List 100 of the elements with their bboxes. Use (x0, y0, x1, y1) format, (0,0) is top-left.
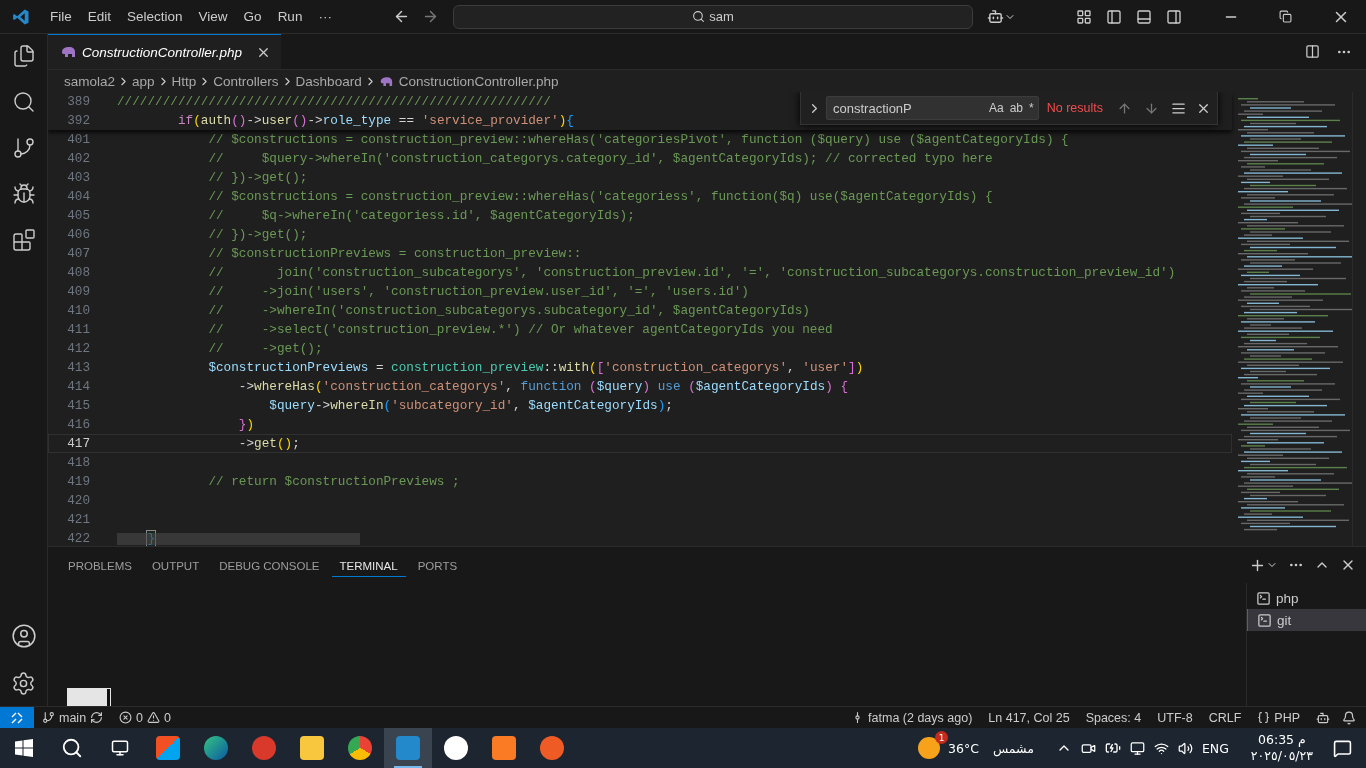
remote-button[interactable] (0, 707, 34, 728)
lines-icon[interactable] (1171, 100, 1186, 116)
code-line: }) (238, 417, 255, 432)
code-line: $query->whereIn('subcategory_id', $agentCategoryIds); (269, 398, 673, 413)
breadcrumb-item[interactable]: samola2 (64, 73, 116, 89)
search-icon[interactable] (61, 737, 83, 759)
line-ending-status[interactable]: CRLF (1200, 710, 1250, 725)
input-language[interactable]: ENG (1201, 740, 1229, 756)
clock-date[interactable]: ٢٠٢٥/٠٥/٢٣ (1250, 748, 1313, 764)
line-number: 403 (66, 170, 91, 185)
code-line: // ->whereIn('construction_subcategorys.subcategory_id', $agentCategoryIds) (208, 303, 810, 318)
code-line: // $constructions = construction_preview::whereHas('categoriesPivot', function ($query) use ($agentCategoryIds) { (208, 132, 1069, 147)
indentation-status[interactable]: Spaces: 4 (1077, 710, 1150, 725)
account-icon[interactable] (10, 623, 37, 649)
source-control-icon[interactable] (11, 136, 36, 160)
extensions-icon[interactable] (11, 228, 36, 252)
breadcrumb-item[interactable]: Dashboard (295, 73, 362, 89)
restore-icon[interactable] (1279, 10, 1292, 23)
line-number: 389 (66, 94, 91, 109)
code-line: // ->select('construction_preview.*') // Or whatever agentCategoryIds you need (208, 322, 833, 337)
terminal-name: git (1277, 612, 1292, 628)
warning-count[interactable]: 0 (164, 710, 171, 725)
robot-icon[interactable] (1316, 710, 1330, 725)
breadcrumb-item[interactable]: app (132, 73, 155, 89)
breadcrumb-item[interactable]: Http (171, 73, 197, 89)
line-number: 402 (66, 151, 91, 166)
panel-toggle-icon[interactable] (1136, 8, 1152, 25)
files-icon[interactable] (11, 44, 36, 68)
terminal-item[interactable]: php (1247, 587, 1366, 609)
breadcrumb-item[interactable]: ConstructionController.php (398, 73, 559, 89)
find-option[interactable]: * (1029, 101, 1034, 115)
layout-icon[interactable] (1076, 8, 1092, 25)
menu-item[interactable]: View (190, 9, 236, 24)
breadcrumb-item[interactable]: Controllers (213, 73, 279, 89)
robot-icon[interactable] (986, 8, 1016, 25)
settings-icon[interactable] (11, 671, 36, 696)
panel-tab[interactable]: PROBLEMS (60, 553, 140, 577)
panel-tab[interactable]: OUTPUT (143, 553, 208, 577)
code-line: ///////////////////////////////////////////////////////// (117, 94, 551, 109)
find-option[interactable]: Aa (989, 101, 1004, 115)
braces-icon[interactable] (1257, 711, 1271, 724)
code-line: // })->get(); (208, 170, 308, 185)
temperature[interactable]: 36°C (948, 740, 979, 756)
find-option[interactable]: ab (1009, 101, 1024, 115)
line-number: 401 (66, 132, 91, 147)
panel-tab[interactable]: DEBUG CONSOLE (211, 553, 328, 577)
line-number: 419 (66, 474, 91, 489)
code-line: // ->join('users', 'construction_preview.user_id', '=', 'users.id') (208, 284, 749, 299)
line-number: 414 (66, 379, 91, 394)
wifi-icon[interactable] (1153, 740, 1169, 756)
debug-icon[interactable] (11, 182, 36, 206)
line-number: 413 (66, 360, 91, 375)
warning-icon[interactable] (147, 711, 161, 724)
line-number: 410 (66, 303, 91, 318)
panel-tab[interactable]: TERMINAL (331, 553, 406, 577)
code-line: // return $constructionPreviews ; (208, 474, 460, 489)
battery-icon[interactable] (1104, 740, 1121, 756)
panel-tab[interactable]: PORTS (409, 553, 466, 577)
elephant-icon (378, 75, 393, 87)
cursor-position[interactable]: Ln 417, Col 25 (980, 710, 1078, 725)
sync-icon[interactable] (90, 711, 104, 724)
line-number: 405 (66, 208, 91, 223)
menu-item[interactable]: Selection (119, 9, 191, 24)
find-input[interactable]: constractionP Aa ab * (826, 96, 1039, 120)
windows-logo-icon (15, 739, 33, 757)
volume-icon[interactable] (1177, 740, 1193, 756)
weather-condition[interactable]: مشمس (992, 740, 1034, 756)
bell-icon[interactable] (1342, 710, 1356, 725)
code-line: $constructionPreviews = construction_preview::with(['construction_categorys', 'user']) (208, 360, 864, 375)
branch-name[interactable]: main (59, 710, 87, 725)
code-line: // join('construction_subcategorys', 'construction_preview.id', '=', 'construction_subcategorys.construction_preview_id') (208, 265, 1176, 280)
menu-item[interactable]: File (42, 9, 80, 24)
code-line: // })->get(); (208, 227, 308, 242)
clock-time[interactable]: 06:35 م (1258, 732, 1306, 748)
menu-item[interactable]: ··· (310, 9, 340, 24)
notifications-icon[interactable] (1333, 738, 1352, 758)
terminal-item[interactable]: git (1247, 609, 1366, 631)
chrome-icon[interactable] (348, 736, 372, 760)
secondary-sidebar-icon[interactable] (1166, 8, 1182, 25)
branch-icon[interactable] (42, 711, 55, 724)
menu-item[interactable]: Run (269, 9, 311, 24)
blame-status[interactable]: fatma (2 days ago) (868, 710, 973, 725)
error-count[interactable]: 0 (136, 710, 144, 725)
elephant-icon (60, 46, 76, 58)
encoding-status[interactable]: UTF-8 (1149, 710, 1201, 725)
menu-item[interactable]: Edit (79, 9, 120, 24)
line-number: 409 (66, 284, 91, 299)
editor-tab[interactable]: ConstructionController.php (48, 34, 282, 69)
error-icon[interactable] (119, 711, 133, 724)
line-number: 412 (66, 341, 91, 356)
menu-item[interactable]: Go (235, 9, 270, 24)
scrollbar-thumb[interactable] (117, 533, 360, 545)
sun-icon[interactable] (918, 737, 940, 759)
display-icon[interactable] (1129, 740, 1145, 756)
task-view-icon[interactable] (111, 739, 129, 757)
sidebar-toggle-icon[interactable] (1106, 8, 1122, 25)
search-icon[interactable] (11, 90, 36, 114)
arrow-down-icon[interactable] (1144, 100, 1159, 116)
search-field[interactable]: sam (452, 4, 973, 29)
language-status[interactable]: PHP (1274, 710, 1300, 725)
